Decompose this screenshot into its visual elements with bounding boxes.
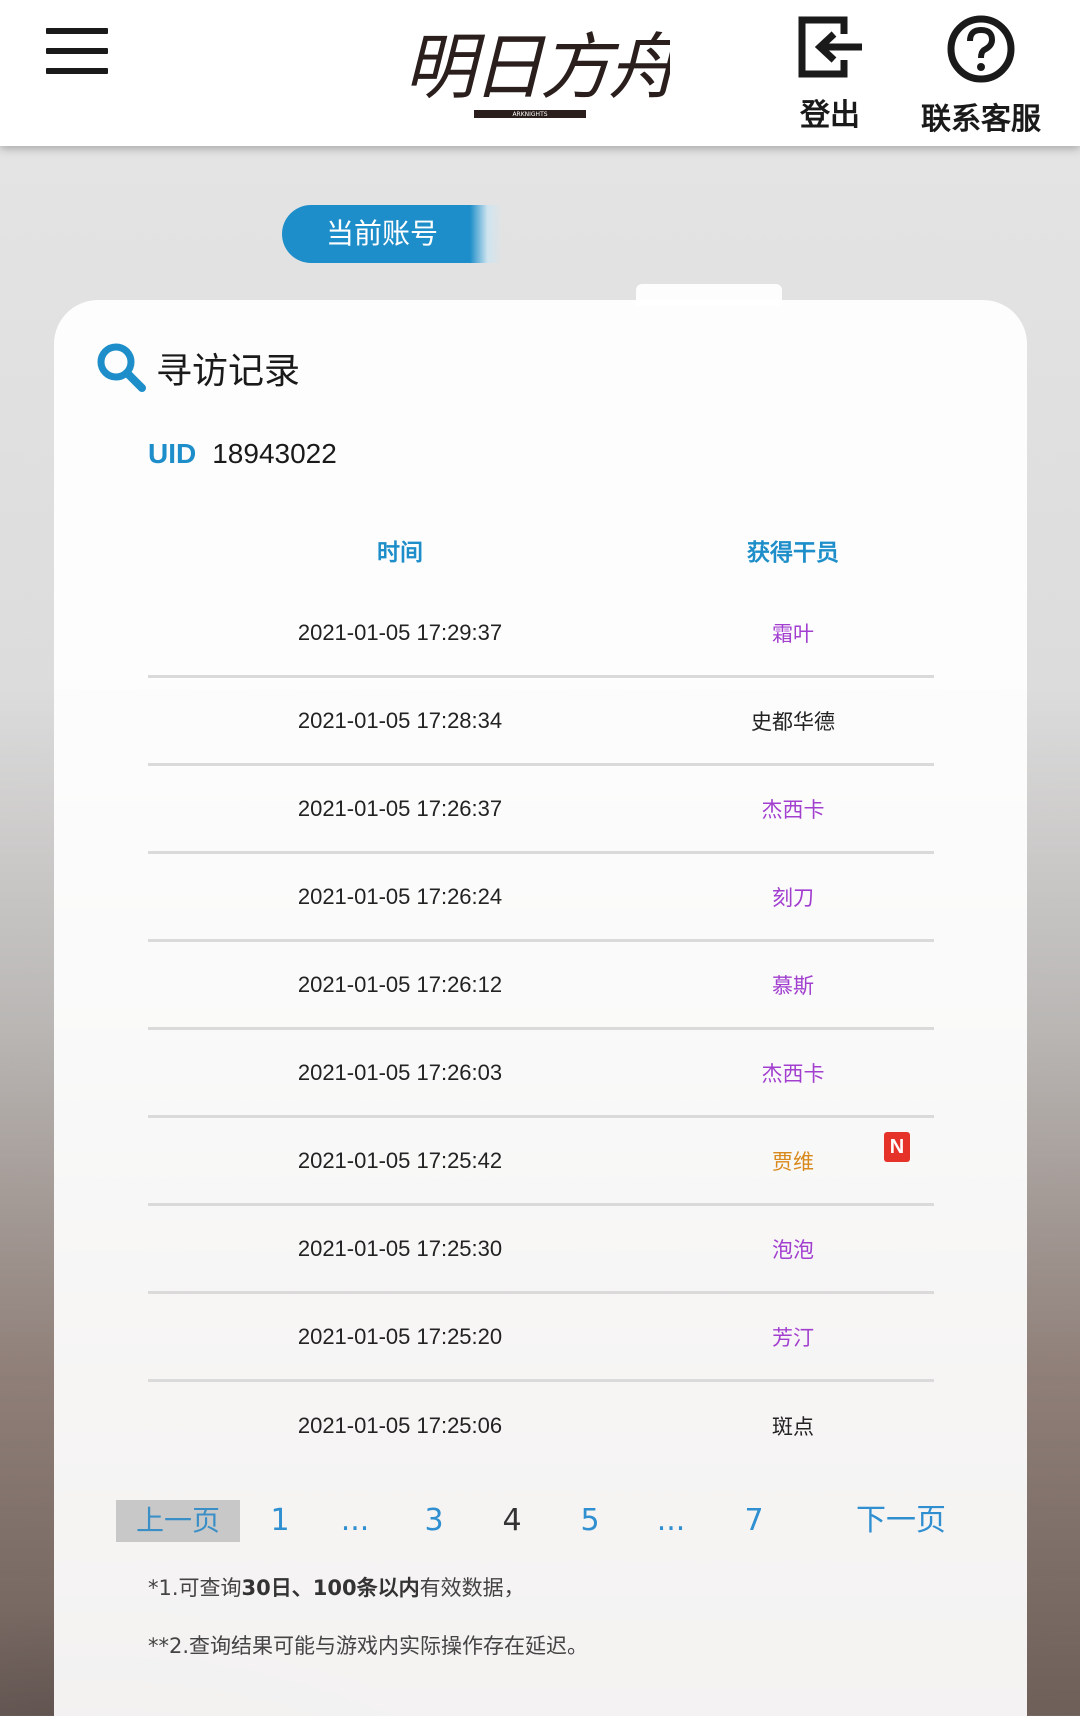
table-row: 2021-01-05 17:26:37 杰西卡 — [148, 766, 934, 854]
note-1-prefix: *1.可查询 — [148, 1576, 242, 1600]
table-row: 2021-01-05 17:25:30 泡泡 — [148, 1206, 934, 1294]
table-row: 2021-01-05 17:29:37 霜叶 — [148, 590, 934, 678]
logout-icon — [798, 16, 862, 78]
prev-page-button[interactable]: 上一页 — [116, 1500, 240, 1542]
page-7-link[interactable]: 7 — [736, 1500, 772, 1542]
record-time: 2021-01-05 17:28:34 — [297, 707, 503, 733]
record-time: 2021-01-05 17:25:30 — [297, 1235, 503, 1261]
operator-name: 斑点 — [772, 1415, 814, 1439]
table-header: 时间 获得干员 — [148, 510, 934, 590]
operator-name: 霜叶 — [772, 621, 814, 646]
record-time: 2021-01-05 17:25:42 — [297, 1147, 503, 1173]
operator-name: 史都华德 — [751, 709, 835, 734]
current-account-label: 当前账号 — [326, 217, 439, 250]
logo-subtitle: ARKNIGHTS — [512, 111, 547, 118]
uid-label: UID — [148, 438, 197, 469]
record-operator: 杰西卡 — [652, 1058, 934, 1088]
record-time: 2021-01-05 17:25:06 — [297, 1413, 503, 1438]
record-operator: 刻刀 — [652, 882, 934, 912]
table-row: 2021-01-05 17:25:06 斑点 — [148, 1382, 934, 1470]
logout-label: 登出 — [800, 98, 860, 133]
record-operator: 斑点 — [652, 1411, 934, 1441]
record-operator: 杰西卡 — [652, 794, 934, 824]
search-icon — [97, 343, 146, 392]
record-operator: 霜叶 — [652, 618, 934, 648]
record-operator: 慕斯 — [652, 970, 934, 1000]
header-time: 时间 — [377, 540, 423, 566]
operator-name: 杰西卡 — [761, 797, 825, 822]
operator-name: 贾维 — [772, 1149, 814, 1174]
uid-row: UID 18943022 — [148, 438, 337, 470]
page-1-link[interactable]: 1 — [262, 1500, 298, 1542]
page-4-current: 4 — [502, 1503, 522, 1538]
pagination: 上一页 1 ... 3 4 5 ... 7 下一页 — [116, 1500, 976, 1542]
record-operator: 泡泡 — [652, 1234, 934, 1264]
record-time: 2021-01-05 17:26:03 — [297, 1059, 503, 1085]
page-title: 寻访记录 — [156, 351, 301, 392]
arknights-logo[interactable]: 明日方舟 ARKNIGHTS — [404, 10, 688, 130]
table-body: 2021-01-05 17:29:37 霜叶 2021-01-05 17:28:34… — [148, 590, 934, 1470]
new-operator-badge: N — [884, 1131, 910, 1162]
card-title-row: 寻访记录 — [96, 340, 300, 396]
operator-name: 刻刀 — [772, 885, 814, 910]
records-table: 时间 获得干员 2021-01-05 17:29:37 霜叶 2021-01-05 … — [148, 510, 934, 1470]
hamburger-menu-icon[interactable] — [46, 28, 108, 74]
contact-support-button[interactable]: 联系客服 — [906, 14, 1056, 138]
record-time: 2021-01-05 17:29:37 — [297, 619, 503, 645]
operator-name: 泡泡 — [772, 1237, 814, 1262]
operator-name: 慕斯 — [772, 973, 814, 998]
page-ellipsis-right: ... — [656, 1503, 686, 1538]
contact-support-label: 联系客服 — [921, 102, 1041, 137]
page-5-link[interactable]: 5 — [572, 1500, 608, 1542]
page-ellipsis-left: ... — [340, 1503, 370, 1538]
table-row: 2021-01-05 17:25:42 贾维 N — [148, 1118, 934, 1206]
record-time: 2021-01-05 17:26:12 — [297, 971, 503, 997]
record-operator: 芳汀 — [652, 1322, 934, 1352]
table-row: 2021-01-05 17:26:24 刻刀 — [148, 854, 934, 942]
current-account-badge: 当前账号 — [282, 205, 472, 263]
header-operator: 获得干员 — [747, 540, 839, 566]
operator-name: 芳汀 — [772, 1325, 814, 1350]
table-row: 2021-01-05 17:28:34 史都华德 — [148, 678, 934, 766]
record-operator: 贾维 N — [652, 1131, 934, 1176]
uid-value: 18943022 — [212, 438, 337, 469]
next-page-button[interactable]: 下一页 — [846, 1500, 956, 1542]
page-3-link[interactable]: 3 — [416, 1500, 452, 1542]
operator-name: 杰西卡 — [761, 1061, 825, 1086]
note-1: *1.可查询30日、100条以内有效数据， — [148, 1572, 588, 1602]
note-1-suffix: 有效数据， — [419, 1576, 525, 1600]
logo-title: 明日方舟 — [410, 25, 670, 109]
notes: *1.可查询30日、100条以内有效数据， **2.查询结果可能与游戏内实际操作… — [148, 1572, 588, 1688]
record-operator: 史都华德 — [652, 706, 934, 736]
record-time: 2021-01-05 17:26:37 — [297, 795, 503, 821]
account-name-redacted — [470, 205, 502, 263]
help-circle-icon — [947, 15, 1015, 83]
logout-button[interactable]: 登出 — [790, 14, 870, 134]
card-notch — [636, 284, 782, 306]
table-row: 2021-01-05 17:25:20 芳汀 — [148, 1294, 934, 1382]
note-2: **2.查询结果可能与游戏内实际操作存在延迟。 — [148, 1634, 589, 1658]
record-time: 2021-01-05 17:25:20 — [297, 1323, 503, 1349]
record-time: 2021-01-05 17:26:24 — [297, 883, 503, 909]
note-1-bold: 30日、100条以内 — [241, 1576, 420, 1600]
table-row: 2021-01-05 17:26:03 杰西卡 — [148, 1030, 934, 1118]
table-row: 2021-01-05 17:26:12 慕斯 — [148, 942, 934, 1030]
top-header: 明日方舟 ARKNIGHTS 登出 联系客服 — [0, 0, 1080, 146]
